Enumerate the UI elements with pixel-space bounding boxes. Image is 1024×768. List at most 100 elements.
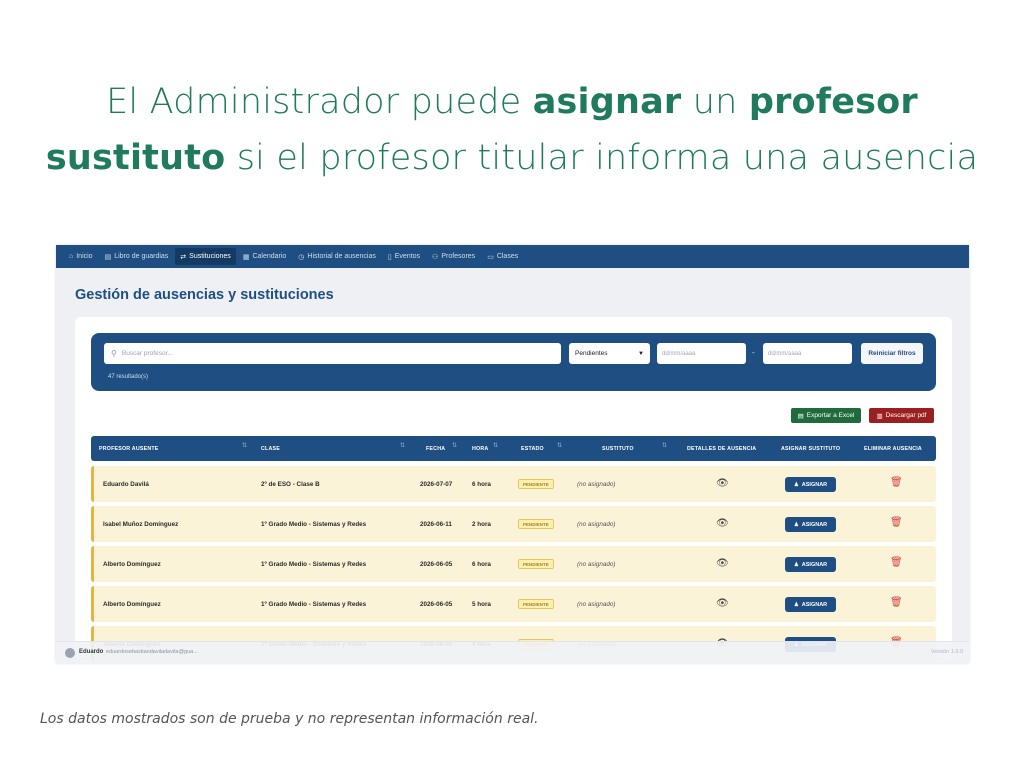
assign-button[interactable]: ♟ASIGNAR [785,557,836,572]
eye-icon[interactable]: 👁 [716,558,729,569]
sort-icon[interactable]: ⇅ [452,443,457,449]
date-separator: - [752,348,755,357]
page-title: Gestión de ausencias y sustituciones [75,287,334,303]
eye-icon[interactable]: 👁 [716,598,729,609]
nav-item-label: Libro de guardias [114,253,169,260]
search-input[interactable] [121,350,542,357]
headline-bold-2a: profesor [748,82,918,122]
headline-text-3: si el profesor titular informa una ausen… [225,138,979,178]
nav-item-label: Inicio [76,253,93,260]
event-icon: ▯ [387,253,392,261]
assign-button[interactable]: ♟ASIGNAR [785,517,836,532]
history-icon: ◷ [298,253,305,261]
nav-item-sustituciones[interactable]: ⇄ Sustituciones [175,248,236,265]
home-icon: ⌂ [69,253,74,260]
cell-profesor: Eduardo Davilá [103,480,149,488]
header-clase[interactable]: CLASE [261,436,280,461]
book-icon: ▤ [104,253,112,261]
user-plus-icon: ♟ [793,481,799,488]
assign-button[interactable]: ♟ASIGNAR [785,477,836,492]
cell-fecha: 2026-06-05 [420,560,453,568]
nav-item-profesores[interactable]: ⚇ Profesores [427,248,480,265]
nav-item-clases[interactable]: ▭ Clases [482,248,523,265]
cell-profesor: Alberto Domínguez [103,560,161,568]
cell-clase: 1º Grado Medio - Sistemas y Redes [261,560,367,568]
class-icon: ▭ [487,253,494,261]
cell-sustituto: (no asignado) [577,480,616,488]
cell-clase: 1º Grado Medio - Sistemas y Redes [261,520,367,528]
eye-icon[interactable]: 👁 [716,478,729,489]
download-pdf-label: Descargar pdf [885,412,927,419]
table-row: Alberto Domínguez 1º Grado Medio - Sistem… [91,546,936,582]
user-plus-icon: ♟ [793,521,799,528]
header-hora[interactable]: HORA [472,436,488,461]
search-box[interactable]: ⚲ [104,343,561,364]
avatar [65,648,75,658]
cell-sustituto: (no asignado) [577,600,616,608]
trash-icon[interactable]: 🗑 [890,597,903,608]
trash-icon[interactable]: 🗑 [890,557,903,568]
cell-sustituto: (no asignado) [577,560,616,568]
sort-icon[interactable]: ⇅ [493,443,498,449]
footer-bar: Eduardo eduardosebastiandaviladavila@gua… [56,641,969,663]
header-detalles: DETALLES DE AUSENCIA [687,445,757,452]
search-icon: ⚲ [111,349,117,358]
table-row: Isabel Muñoz Domínguez 1º Grado Medio - S… [91,506,936,542]
nav-item-calendario[interactable]: ▦ Calendario [238,248,291,265]
assign-button[interactable]: ♟ASIGNAR [785,597,836,612]
download-pdf-button[interactable]: ▥ Descargar pdf [869,408,934,423]
chevron-down-icon: ▼ [638,350,644,357]
status-badge: PENDIENTE [518,559,554,569]
status-badge: PENDIENTE [518,519,554,529]
header-estado[interactable]: ESTADO [521,436,544,461]
header-fecha[interactable]: FECHA [426,436,445,461]
sort-icon[interactable]: ⇅ [662,443,667,449]
eye-icon[interactable]: 👁 [716,518,729,529]
headline-text-1: El Administrador puede [106,82,533,122]
table-row: Eduardo Davilá 2º de ESO - Clase B 2026-07… [91,466,936,502]
user-plus-icon: ♟ [793,561,799,568]
cell-fecha: 2026-07-07 [420,480,453,488]
headline-text-2: un [681,82,749,122]
spreadsheet-icon: ▤ [797,412,804,420]
nav-item-eventos[interactable]: ▯ Eventos [383,248,425,265]
date-from-input[interactable]: dd/mm/aaaa [657,343,746,364]
assign-label: ASIGNAR [801,561,828,568]
nav-item-inicio[interactable]: ⌂ Inicio [64,248,98,265]
cell-hora: 6 hora [472,560,491,568]
sort-icon[interactable]: ⇅ [242,443,247,449]
reset-filters-button[interactable]: Reiniciar filtros [861,343,923,364]
nav-item-label: Historial de ausencias [307,253,376,260]
top-nav: ⌂ Inicio ▤ Libro de guardias ⇄ Sustituciones ▦… [56,245,969,268]
cell-clase: 2º de ESO - Clase B [261,480,320,488]
cell-fecha: 2026-06-11 [420,520,452,528]
header-asignar: ASIGNAR SUSTITUTO [781,445,841,452]
header-sustituto[interactable]: SUSTITUTO [602,436,634,461]
nav-item-historial-de-ausencias[interactable]: ◷ Historial de ausencias [293,248,381,265]
header-profesor[interactable]: PROFESOR AUSENTE [99,436,159,461]
status-badge: PENDIENTE [518,479,554,489]
status-select-value: Pendientes [575,350,608,357]
assign-label: ASIGNAR [801,601,828,608]
export-excel-label: Exportar a Excel [806,412,855,419]
trash-icon[interactable]: 🗑 [890,477,903,488]
cell-profesor: Alberto Domínguez [103,600,161,608]
headline: El Administrador puede asignar un profes… [0,74,1024,186]
nav-item-libro-de-guardias[interactable]: ▤ Libro de guardias [100,248,174,265]
app-screenshot: ⌂ Inicio ▤ Libro de guardias ⇄ Sustituciones ▦… [56,245,969,663]
date-to-input[interactable]: dd/mm/aaaa [763,343,852,364]
status-select[interactable]: Pendientes ▼ [569,343,650,364]
calendar-icon: ▦ [242,253,250,261]
date-from-placeholder: dd/mm/aaaa [662,350,696,357]
sort-icon[interactable]: ⇅ [557,443,562,449]
nav-item-label: Sustituciones [189,253,231,260]
status-badge: PENDIENTE [518,599,554,609]
cell-hora: 5 hora [472,600,491,608]
sort-icon[interactable]: ⇅ [400,443,405,449]
export-excel-button[interactable]: ▤ Exportar a Excel [791,408,861,423]
trash-icon[interactable]: 🗑 [890,517,903,528]
cell-fecha: 2026-06-05 [420,600,453,608]
users-icon: ⚇ [432,253,439,261]
swap-icon: ⇄ [180,253,187,261]
user-plus-icon: ♟ [793,601,799,608]
